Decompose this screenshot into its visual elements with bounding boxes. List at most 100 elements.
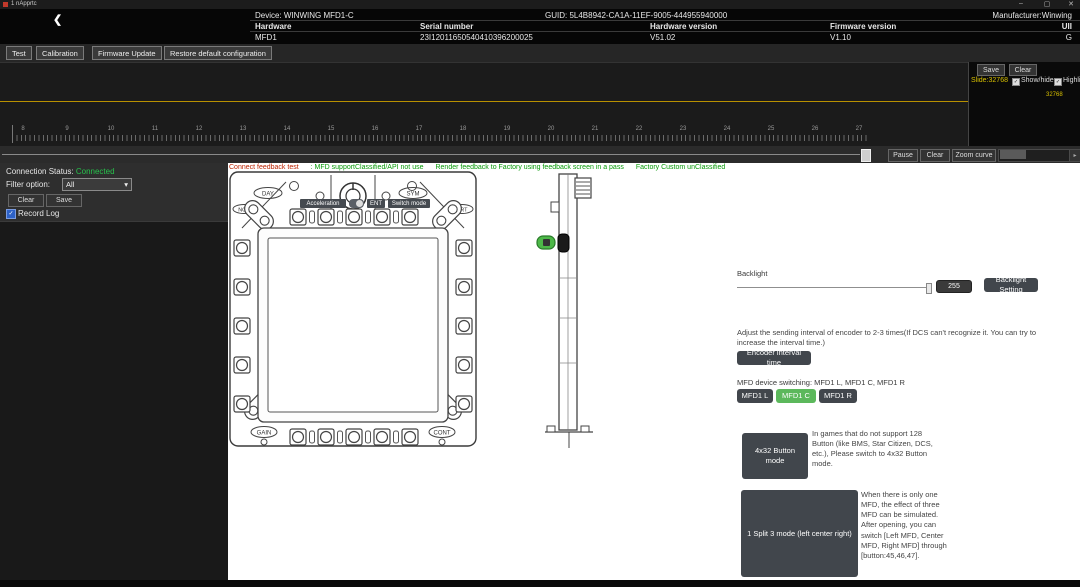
mfd1-r-button[interactable]: MFD1 R [819, 389, 857, 403]
title-bar: 1 nApprtc – ▢ ✕ [0, 0, 1080, 9]
osb-top-4[interactable] [374, 209, 390, 225]
manufacturer: Manufacturer:Winwing [912, 11, 1072, 20]
connection-status-value: Connected [76, 167, 115, 176]
tab-bar: Test Calibration Firmware Update Restore… [0, 44, 1080, 63]
toggle-knob-icon [356, 200, 363, 207]
chart-scrollbar-thumb[interactable] [1000, 150, 1026, 159]
osb-bottom-4[interactable] [374, 429, 390, 445]
encoder-interval-text: Adjust the sending interval of encoder t… [737, 328, 1047, 348]
side-knurled-knob[interactable] [575, 178, 591, 198]
osb-left-4[interactable] [234, 357, 250, 373]
osb-right-1[interactable] [456, 240, 472, 256]
osb-bottom-5[interactable] [402, 429, 418, 445]
back-arrow-icon[interactable]: ❮ [53, 13, 62, 26]
osb-top-3[interactable] [346, 209, 362, 225]
left-sidebar: Connection Status: Connected Filter opti… [0, 163, 228, 580]
1-split-3-description: When there is only one MFD, the effect o… [861, 490, 949, 561]
highlight-checkbox[interactable]: ✓ [1054, 78, 1062, 86]
close-button[interactable]: ✕ [1064, 0, 1078, 8]
osb-bottom-2[interactable] [318, 429, 334, 445]
x-tick-label: 8 [21, 126, 24, 132]
mfd1-c-button[interactable]: MFD1 C [776, 389, 816, 403]
4x32-button-mode-button[interactable]: 4x32 Button mode [742, 433, 808, 479]
backlight-slider-track[interactable] [737, 287, 930, 288]
x-tick-label: 13 [240, 126, 247, 132]
timeline-slider-handle[interactable] [861, 149, 871, 162]
filter-option-label: Filter option: [6, 180, 50, 189]
chart-clear-button[interactable]: Clear [920, 149, 950, 162]
osb-left-2[interactable] [234, 279, 250, 295]
tab-calibration[interactable]: Calibration [36, 46, 84, 60]
pause-button[interactable]: Pause [888, 149, 918, 162]
scroll-right-arrow[interactable]: ▸ [1069, 149, 1080, 162]
zoom-curve-button[interactable]: Zoom curve [952, 149, 996, 162]
acceleration-toggle[interactable] [349, 199, 364, 208]
legend-clear-button[interactable]: Clear [1009, 64, 1037, 76]
bottom-edge-bar [0, 580, 1080, 587]
label-day: DAY [262, 192, 274, 198]
col-fw-version: Firmware version [830, 22, 896, 31]
osb-bottom-1[interactable] [290, 429, 306, 445]
osb-bottom-3[interactable] [346, 429, 362, 445]
backlight-slider-handle[interactable] [926, 283, 932, 294]
x-axis-origin-mark [12, 125, 13, 143]
backlight-label: Backlight [737, 269, 767, 278]
tab-firmware-update[interactable]: Firmware Update [92, 46, 162, 60]
record-log-checkbox[interactable]: ✓ [6, 209, 16, 219]
filter-select[interactable]: All ▾ [62, 178, 132, 191]
backlight-value: 255 [936, 280, 972, 293]
log-area[interactable] [0, 221, 228, 581]
log-save-button[interactable]: Save [46, 194, 82, 207]
mfd-switch-label: MFD device switching: MFD1 L, MFD1 C, MF… [737, 378, 905, 387]
x-tick-label: 19 [504, 126, 511, 132]
highlight-label: Highlight [1063, 77, 1080, 84]
minimize-button[interactable]: – [1014, 0, 1028, 7]
mfd-screen [268, 238, 438, 412]
app-icon [3, 2, 8, 7]
maximize-button[interactable]: ▢ [1040, 0, 1054, 8]
legend-save-button[interactable]: Save [977, 64, 1005, 76]
osb-right-2[interactable] [456, 279, 472, 295]
slide-value-line [0, 101, 968, 102]
connection-status: Connection Status: Connected [6, 167, 115, 176]
osb-top-2[interactable] [318, 209, 334, 225]
x-tick-label: 17 [416, 126, 423, 132]
val-hw-version: V51.02 [650, 33, 675, 42]
backlight-setting-button[interactable]: Backlight Setting [984, 278, 1038, 292]
val-serial: 23I12011650540410396200025 [420, 33, 533, 42]
osb-left-3[interactable] [234, 318, 250, 334]
osb-right-5[interactable] [456, 396, 472, 412]
log-clear-button[interactable]: Clear [8, 194, 44, 207]
x-tick-label: 11 [152, 126, 158, 132]
x-tick-label: 18 [460, 126, 467, 132]
1-split-3-mode-button[interactable]: 1 Split 3 mode (left center right) [741, 490, 858, 577]
tab-test[interactable]: Test [6, 46, 32, 60]
label-cont: CONT [434, 431, 451, 437]
col-uid: UII [1040, 22, 1072, 31]
window-title: 1 nApprtc [11, 1, 37, 7]
osb-top-5[interactable] [402, 209, 418, 225]
4x32-description: In games that do not support 128 Button … [812, 429, 942, 470]
side-encoder-knob[interactable] [558, 234, 569, 252]
slide-readout: Slide:32768 [971, 77, 1008, 84]
timeline-slider-track[interactable] [2, 154, 860, 155]
ent-label: ENT [367, 199, 385, 208]
encoder-interval-button[interactable]: Encoder interval time [737, 351, 811, 365]
osb-right-4[interactable] [456, 357, 472, 373]
x-axis-ticks: 89101112131415161718192021222324252627 [0, 126, 968, 134]
osb-right-3[interactable] [456, 318, 472, 334]
x-tick-label: 26 [812, 126, 819, 132]
osb-left-1[interactable] [234, 240, 250, 256]
osb-top-1[interactable] [290, 209, 306, 225]
x-tick-label: 12 [196, 126, 203, 132]
val-hardware: MFD1 [255, 33, 277, 42]
acceleration-label: Acceleration [300, 199, 346, 208]
header-divider2 [250, 31, 1080, 32]
device-header: ❮ Device: WINWING MFD1-C GUID: 5L4B8942-… [0, 9, 1080, 44]
show-hide-checkbox[interactable]: ✓ [1012, 78, 1020, 86]
osb-left-5[interactable] [234, 396, 250, 412]
tab-restore-default[interactable]: Restore default configuration [164, 46, 272, 60]
filter-select-value: All [66, 180, 74, 189]
device-name: Device: WINWING MFD1-C [255, 11, 354, 20]
mfd1-l-button[interactable]: MFD1 L [737, 389, 773, 403]
